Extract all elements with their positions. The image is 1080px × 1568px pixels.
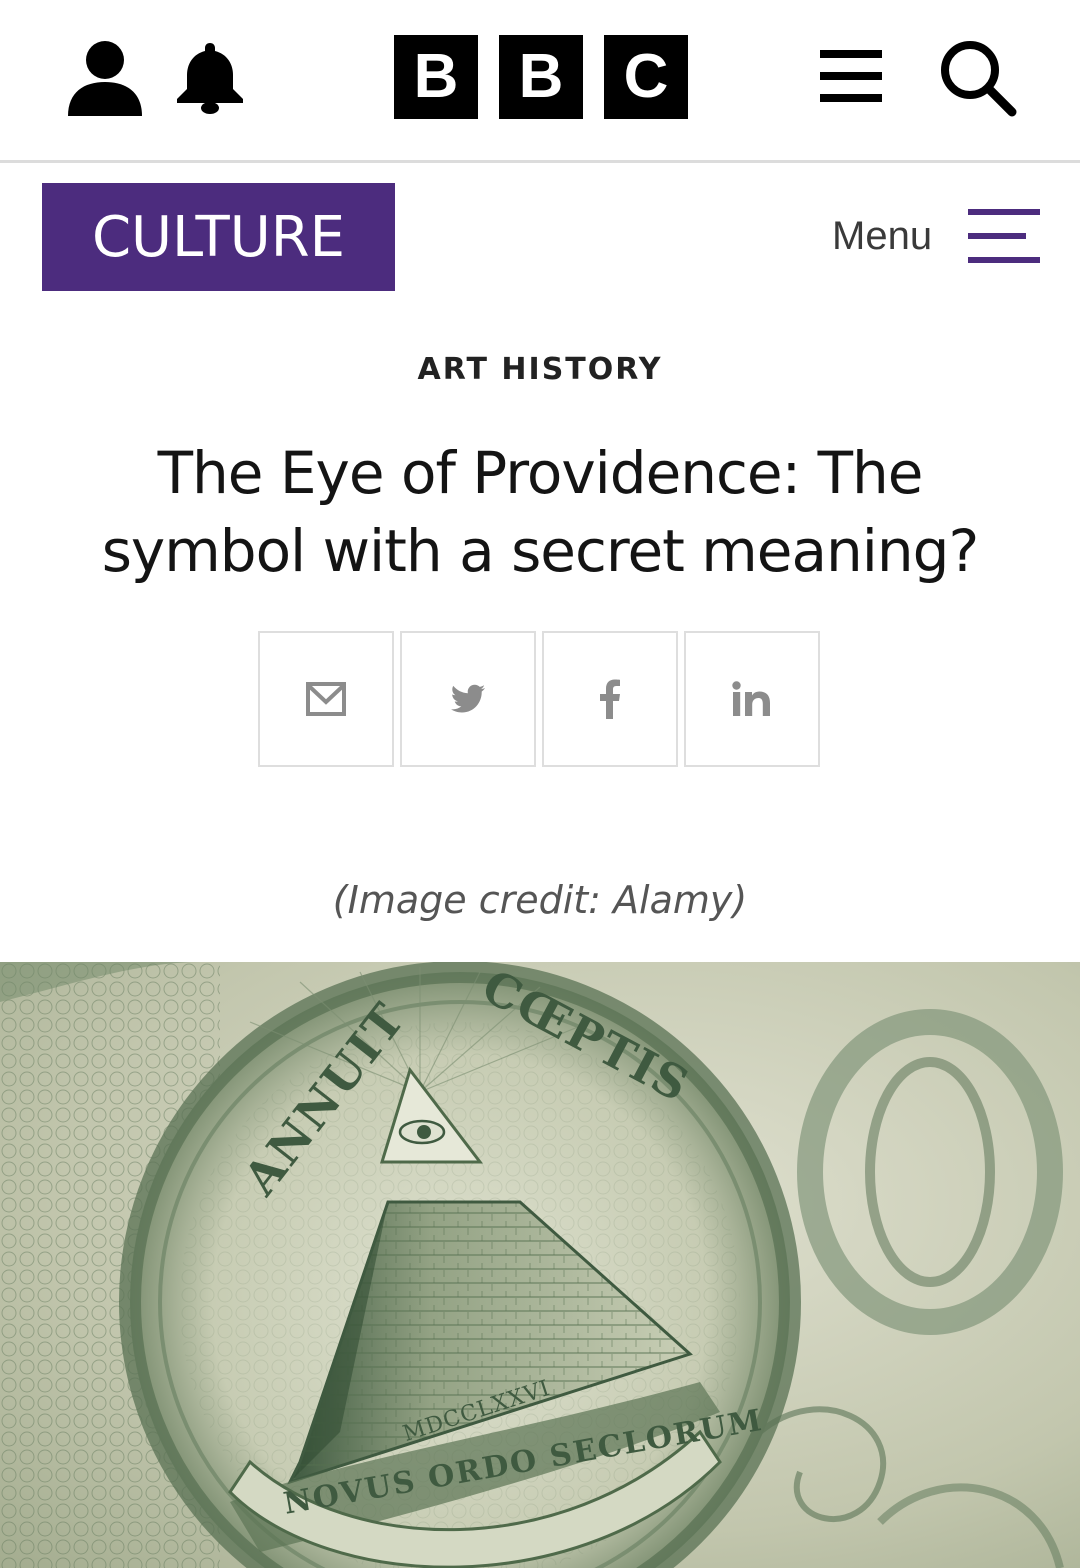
hamburger-menu-icon[interactable]	[816, 44, 888, 110]
hero-image: ANNUIT CŒPTIS MDCCLXXVI NOVUS ORDO SECLO…	[0, 962, 1080, 1568]
bbc-logo-letter: B	[394, 35, 478, 119]
account-icon[interactable]	[64, 38, 146, 118]
share-twitter-button[interactable]	[400, 631, 536, 767]
email-icon	[306, 682, 346, 716]
bbc-logo[interactable]: B B C	[394, 35, 688, 119]
bbc-header: B B C	[0, 0, 1080, 160]
twitter-icon	[451, 684, 485, 713]
share-facebook-button[interactable]	[542, 631, 678, 767]
section-menu-icon	[968, 209, 1040, 263]
notifications-bell-icon[interactable]	[172, 38, 248, 118]
share-email-button[interactable]	[258, 631, 394, 767]
facebook-icon	[600, 679, 620, 719]
article-headline: The Eye of Providence: The symbol with a…	[101, 439, 980, 585]
culture-logo-text: CULTURE	[91, 204, 346, 270]
bbc-logo-letter: C	[604, 35, 688, 119]
article-kicker[interactable]: ART HISTORY	[0, 352, 1080, 387]
section-menu-button[interactable]: Menu	[826, 200, 1046, 272]
linkedin-icon	[732, 681, 770, 716]
menu-label: Menu	[832, 213, 933, 258]
image-credit: (Image credit: Alamy)	[332, 878, 748, 922]
header-divider	[0, 160, 1080, 163]
share-linkedin-button[interactable]	[684, 631, 820, 767]
search-icon[interactable]	[936, 36, 1020, 120]
bbc-logo-letter: B	[499, 35, 583, 119]
culture-section-logo[interactable]: CULTURE	[42, 183, 395, 291]
share-buttons	[258, 631, 820, 767]
